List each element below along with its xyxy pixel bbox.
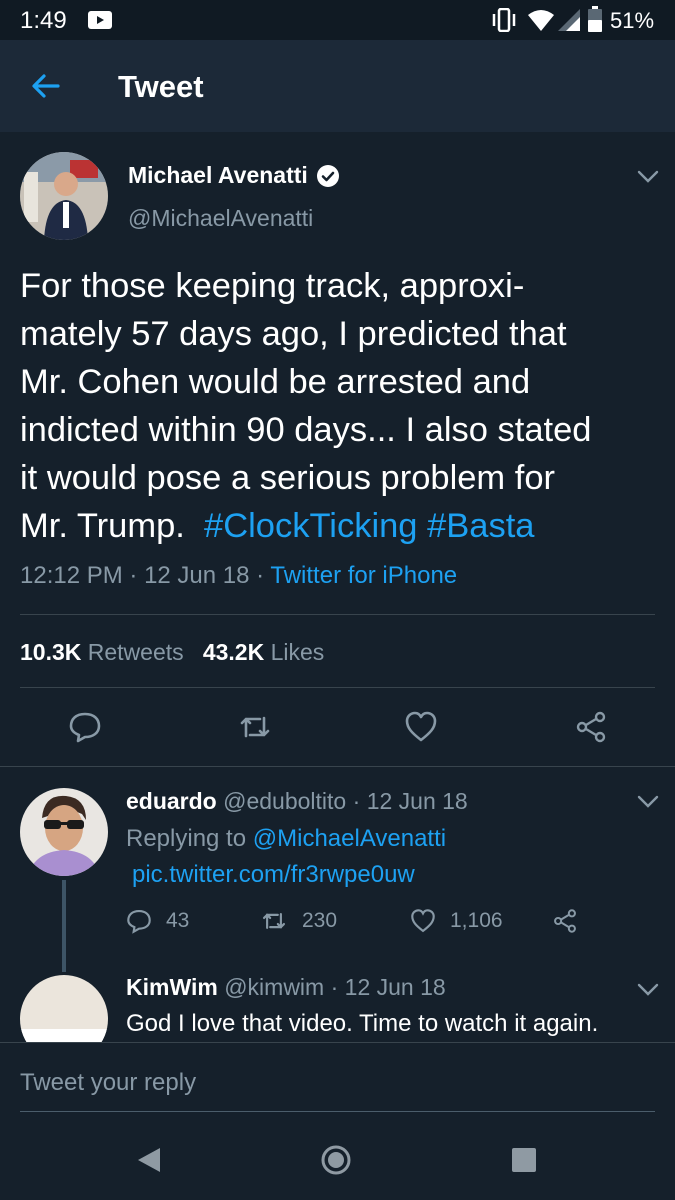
back-nav-icon[interactable] (136, 1146, 162, 1174)
retweet-icon[interactable] (238, 710, 272, 744)
retweet-action[interactable]: 230 (260, 908, 337, 934)
recents-nav-icon[interactable] (511, 1147, 537, 1173)
tweet-text-line: mately 57 days ago, I predicted that (20, 315, 567, 353)
tweet-source-link[interactable]: Twitter for iPhone (270, 562, 457, 589)
home-nav-icon[interactable] (321, 1145, 351, 1175)
divider (20, 614, 655, 615)
reply-author-name[interactable]: eduardo (126, 788, 217, 814)
battery-icon (588, 6, 602, 32)
author-row: Michael Avenatti (128, 162, 340, 189)
retweet-count: 230 (302, 909, 338, 932)
like-icon[interactable] (404, 710, 438, 744)
reply-date: 12 Jun 18 (366, 788, 468, 814)
reply-author-row: KimWim @kimwim · 12 Jun 18 (126, 974, 446, 1000)
reply-author-row: eduardo @eduboltito · 12 Jun 18 (126, 788, 468, 814)
chevron-down-icon[interactable] (637, 170, 659, 184)
compose-bar: Tweet your reply (0, 1042, 675, 1120)
like-action[interactable]: 1,106 (410, 908, 503, 934)
replying-to: Replying to @MichaelAvenatti (126, 825, 447, 852)
verified-badge-icon (316, 164, 339, 187)
tweet-text-line: For those keeping track, approxi- (20, 267, 525, 305)
retweets-count[interactable]: 10.3K Retweets (20, 639, 184, 665)
pic-link[interactable]: pic.twitter.com/fr3rwpe0uw (132, 861, 415, 889)
battery-percent: 51% (610, 8, 655, 33)
author-handle[interactable]: @MichaelAvenatti (128, 205, 313, 232)
app-bar: Tweet (0, 40, 675, 132)
tweet-text-line: Mr. Cohen would be arrested and (20, 363, 531, 401)
arrow-left-icon[interactable] (30, 70, 62, 102)
reply-action[interactable]: 43 (126, 908, 189, 934)
avatar[interactable] (20, 152, 108, 240)
divider (20, 687, 655, 688)
reply-icon (127, 909, 151, 934)
reply-author-handle[interactable]: @eduboltito (223, 788, 346, 814)
input-underline (20, 1111, 655, 1112)
signal-icon (558, 9, 580, 31)
hashtag-link[interactable]: #ClockTicking (204, 507, 417, 545)
tweet-text-line: Mr. Trump. #ClockTicking #Basta (20, 502, 665, 550)
likes-count[interactable]: 43.2K Likes (203, 639, 324, 665)
thread-connector (62, 880, 66, 972)
like-count: 1,106 (450, 909, 503, 932)
reply-author-name[interactable]: KimWim (126, 974, 218, 1000)
screen-record-icon (88, 11, 112, 29)
reply-input[interactable]: Tweet your reply (20, 1069, 196, 1097)
tweet-text-line: indicted within 90 days... I also stated (20, 411, 592, 449)
divider (0, 766, 675, 767)
tweet-date: 12 Jun 18 (144, 562, 250, 589)
avatar[interactable] (20, 788, 108, 876)
chevron-down-icon[interactable] (637, 795, 659, 809)
tweet-text-line: it would pose a serious problem for (20, 459, 556, 497)
reply-icon[interactable] (68, 710, 102, 744)
status-time: 1:49 (20, 7, 67, 34)
tweet-text-end: Mr. Trump. (20, 507, 185, 545)
page-title: Tweet (118, 69, 204, 104)
tweet-text: For those keeping track, approxi- mately… (20, 262, 665, 550)
like-icon (411, 909, 435, 933)
replying-to-link[interactable]: @MichaelAvenatti (253, 825, 446, 852)
reply-author-handle[interactable]: @kimwim (224, 974, 324, 1000)
engagement-counts: 10.3K Retweets 43.2K Likes (20, 639, 324, 666)
reply-count: 43 (166, 909, 190, 932)
reply-date: 12 Jun 18 (344, 974, 446, 1000)
share-icon[interactable] (552, 908, 578, 934)
tweet-time: 12:12 PM (20, 562, 123, 589)
status-bar: 1:49 51% (0, 0, 675, 40)
share-icon[interactable] (574, 710, 608, 744)
system-nav-bar (0, 1120, 675, 1200)
author-name[interactable]: Michael Avenatti (128, 162, 308, 189)
tweet-meta: 12:12 PM · 12 Jun 18 · Twitter for iPhon… (20, 562, 458, 589)
wifi-icon (528, 10, 554, 31)
hashtag-link[interactable]: #Basta (427, 507, 534, 545)
retweet-icon (262, 913, 286, 929)
reply-text: God I love that video. Time to watch it … (126, 1010, 599, 1037)
chevron-down-icon[interactable] (637, 983, 659, 997)
vibrate-icon (492, 8, 516, 32)
